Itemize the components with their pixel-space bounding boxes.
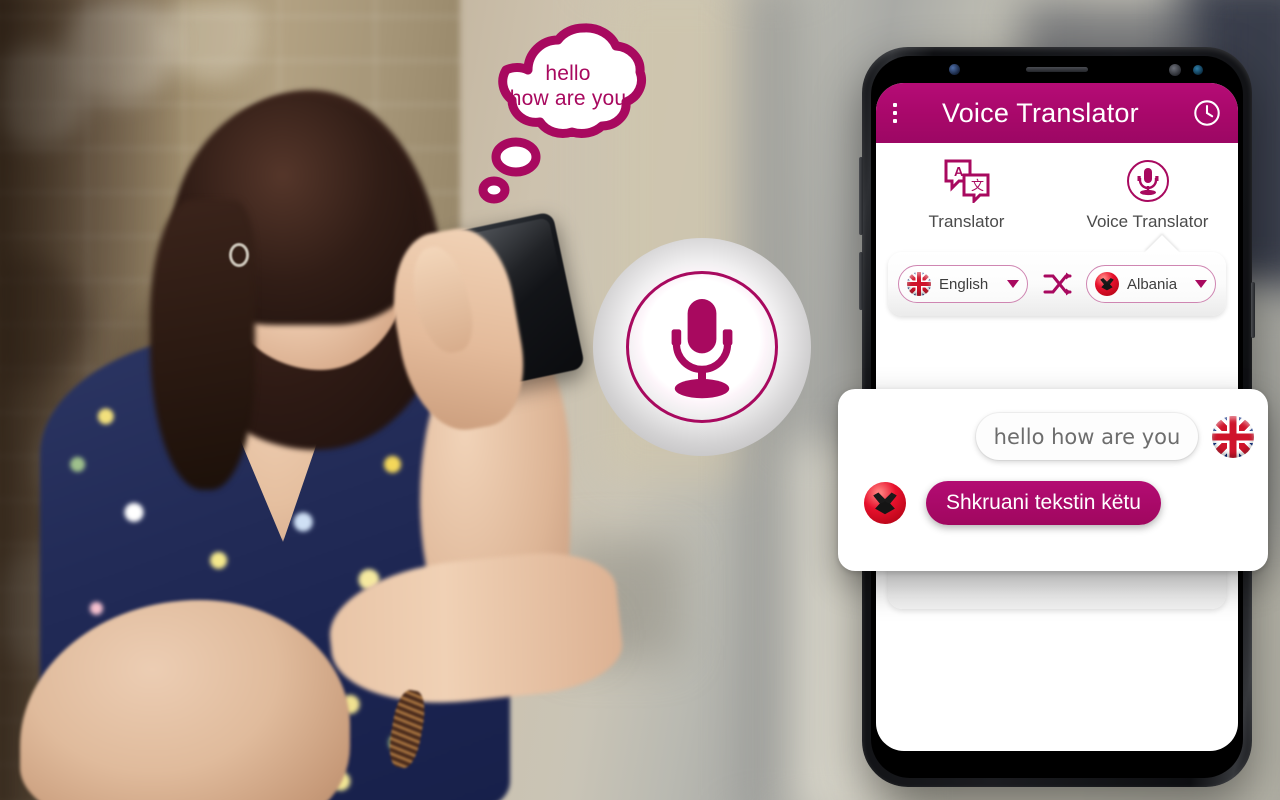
- voice-badge-ring: [626, 271, 778, 423]
- target-text-button[interactable]: Shkruani tekstin këtu: [926, 481, 1161, 525]
- speech-bubble: hello how are you: [472, 18, 692, 208]
- speech-bubble-shape: [478, 23, 646, 204]
- source-text-row: hello how are you: [838, 413, 1254, 460]
- albania-flag-icon: [864, 482, 906, 524]
- tab-voice-translator-label: Voice Translator: [1086, 212, 1209, 231]
- translation-overlay-card: hello how are you Shkruani tekstin këtu: [838, 389, 1268, 571]
- source-language-label: English: [939, 275, 989, 293]
- promo-screenshot: hello how are you Voice Translator A 文 T…: [0, 0, 1280, 800]
- speech-bubble-line-2: how are you: [509, 86, 627, 110]
- mode-tabs: A 文 Translator Voice Translator: [876, 143, 1238, 240]
- target-language-label: Albania: [1127, 275, 1178, 293]
- phone-top-sensors: [871, 56, 1243, 83]
- source-language-select[interactable]: English: [898, 265, 1028, 303]
- language-bar-wrap: English Albania: [876, 235, 1238, 316]
- proximity-sensor: [1169, 64, 1181, 76]
- chevron-down-icon: [1007, 280, 1019, 288]
- uk-flag-icon: [907, 272, 931, 296]
- speech-bubble-line-1: hello: [545, 62, 591, 85]
- tab-translator[interactable]: A 文 Translator: [876, 159, 1057, 232]
- svg-text:文: 文: [971, 179, 984, 194]
- target-language-select[interactable]: Albania: [1086, 265, 1216, 303]
- microphone-circle-icon: [1126, 160, 1169, 202]
- tab-translator-label: Translator: [928, 212, 1005, 231]
- voice-badge[interactable]: [593, 238, 811, 456]
- selected-tab-pointer: [1144, 235, 1180, 253]
- volume-down-button[interactable]: [859, 252, 863, 310]
- app-header: Voice Translator: [876, 83, 1238, 143]
- clock-history-icon[interactable]: [1192, 98, 1222, 128]
- translate-cards-icon: A 文: [944, 159, 989, 203]
- speech-bubble-text: hello how are you: [472, 62, 664, 112]
- earpiece-speaker: [1026, 67, 1088, 72]
- power-button[interactable]: [1251, 282, 1255, 338]
- target-text-row: Shkruani tekstin këtu: [864, 481, 1161, 525]
- volume-up-button[interactable]: [859, 157, 863, 235]
- front-camera: [949, 64, 960, 75]
- language-selector-bar: English Albania: [888, 235, 1226, 316]
- hamburger-list-icon[interactable]: [892, 100, 928, 126]
- tab-voice-translator[interactable]: Voice Translator: [1057, 159, 1238, 232]
- chevron-down-icon: [1195, 280, 1207, 288]
- hoop-earring: [229, 243, 249, 267]
- albania-flag-icon: [1095, 272, 1119, 296]
- swap-arrows-icon[interactable]: [1042, 271, 1072, 297]
- app-title: Voice Translator: [942, 97, 1139, 128]
- source-text-input[interactable]: hello how are you: [976, 413, 1198, 460]
- uk-flag-icon: [1212, 415, 1254, 458]
- iris-scanner: [1193, 65, 1203, 75]
